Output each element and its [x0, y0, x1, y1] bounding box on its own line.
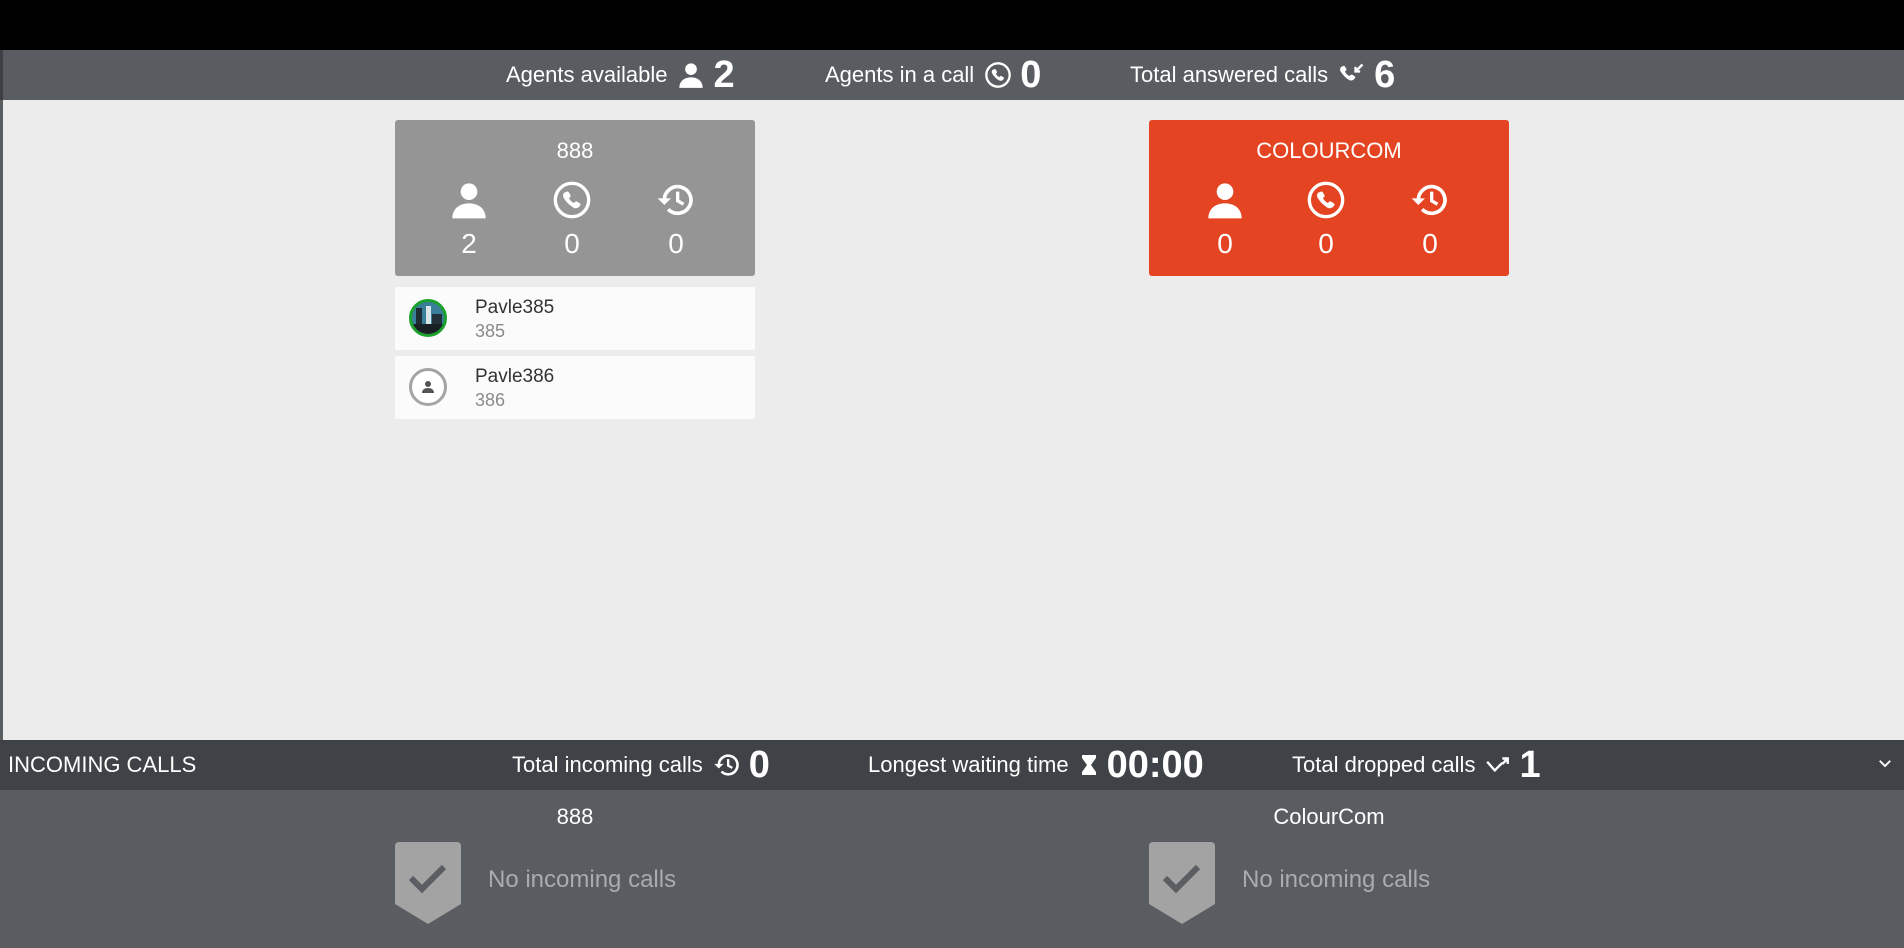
- queue-agents-metric: 2: [439, 180, 499, 260]
- incoming-calls-bar[interactable]: INCOMING CALLS Total incoming calls 0 Lo…: [0, 740, 1904, 790]
- missed-call-icon: [1485, 752, 1511, 778]
- phone-circle-icon: [1307, 181, 1345, 219]
- agents-in-call-value: 0: [1020, 53, 1042, 96]
- queue-in-call-metric: 0: [1296, 180, 1356, 260]
- queue-agents-value: 2: [461, 228, 477, 259]
- queue-name: COLOURCOM: [1256, 138, 1402, 163]
- agent-row[interactable]: Pavle385 385: [395, 287, 755, 350]
- queue-waiting-metric: 0: [646, 180, 706, 260]
- total-dropped-stat: Total dropped calls 1: [1292, 740, 1541, 790]
- phone-circle-icon: [553, 181, 591, 219]
- agent-name: Pavle386: [475, 366, 555, 387]
- phone-circle-icon: [984, 61, 1012, 89]
- agents-available-label: Agents available: [506, 62, 668, 87]
- incoming-queues-panel: 888 No incoming calls ColourCom No incom…: [0, 790, 1904, 948]
- chevron-down-icon[interactable]: [1876, 754, 1894, 777]
- agents-in-call-label: Agents in a call: [825, 62, 975, 87]
- total-dropped-value: 1: [1519, 743, 1541, 786]
- person-icon: [452, 183, 486, 219]
- longest-wait-stat: Longest waiting time 00:00: [868, 740, 1204, 790]
- agent-stats-bar: Agents available 2 Agents in a call 0 To…: [0, 50, 1904, 100]
- incoming-section-title: INCOMING CALLS: [8, 752, 197, 777]
- total-incoming-stat: Total incoming calls 0: [512, 740, 770, 790]
- agent-extension: 386: [475, 390, 506, 410]
- queue-name: 888: [556, 138, 594, 163]
- avatar: [409, 368, 447, 406]
- history-icon: [713, 751, 741, 779]
- check-shield-icon: [1149, 842, 1215, 929]
- queue-agents-metric: 0: [1195, 180, 1255, 260]
- incoming-call-icon: [1338, 61, 1366, 89]
- agent-name: Pavle385: [475, 297, 555, 318]
- no-incoming-calls-text: No incoming calls: [488, 866, 677, 893]
- total-incoming-value: 0: [748, 743, 770, 786]
- queue-in-call-value: 0: [564, 228, 580, 259]
- person-icon: [422, 381, 434, 393]
- incoming-queue-name: ColourCom: [1273, 804, 1385, 829]
- no-incoming-calls-text: No incoming calls: [1242, 866, 1431, 893]
- total-answered-label: Total answered calls: [1130, 62, 1329, 87]
- queues-panel: [0, 100, 1904, 740]
- agents-available-stat: Agents available 2: [506, 50, 735, 100]
- person-icon: [1208, 183, 1242, 219]
- history-icon: [657, 184, 693, 216]
- longest-wait-label: Longest waiting time: [868, 752, 1069, 777]
- avatar: [409, 299, 447, 337]
- agents-in-call-stat: Agents in a call 0: [825, 50, 1041, 100]
- person-icon: [677, 61, 705, 89]
- history-icon: [1411, 184, 1447, 216]
- queue-waiting-value: 0: [668, 228, 684, 259]
- hourglass-icon: [1079, 753, 1099, 777]
- queue-waiting-metric: 0: [1400, 180, 1460, 260]
- longest-wait-value: 00:00: [1106, 743, 1204, 786]
- queue-card-888[interactable]: 888 2 0 0: [395, 120, 755, 276]
- total-incoming-label: Total incoming calls: [512, 752, 703, 777]
- queue-in-call-value: 0: [1318, 228, 1334, 259]
- total-answered-value: 6: [1374, 53, 1396, 96]
- agent-row[interactable]: Pavle386 386: [395, 356, 755, 419]
- incoming-queue-name: 888: [556, 804, 594, 829]
- agents-available-value: 2: [713, 53, 735, 96]
- queue-in-call-metric: 0: [542, 180, 602, 260]
- incoming-section-title-wrap: INCOMING CALLS: [8, 740, 196, 790]
- total-dropped-label: Total dropped calls: [1292, 752, 1476, 777]
- agent-extension: 385: [475, 321, 506, 341]
- queue-card-colourcom[interactable]: COLOURCOM 0 0 0: [1149, 120, 1509, 276]
- total-answered-stat: Total answered calls 6: [1130, 50, 1395, 100]
- queue-waiting-value: 0: [1422, 228, 1438, 259]
- queue-agents-value: 0: [1217, 228, 1233, 259]
- check-shield-icon: [395, 842, 461, 929]
